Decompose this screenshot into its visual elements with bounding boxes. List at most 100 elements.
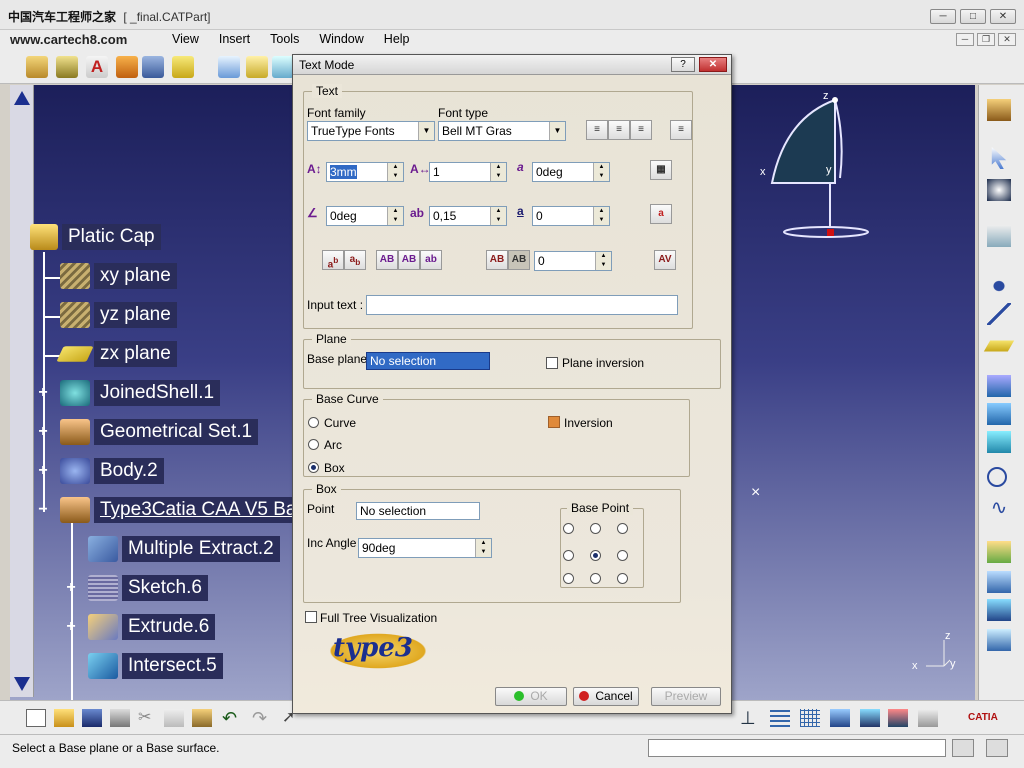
- command-input[interactable]: [648, 739, 946, 757]
- paste-icon[interactable]: [192, 709, 212, 727]
- height-field[interactable]: 3mm ▲ ▼: [326, 162, 404, 182]
- tree-scrollbar[interactable]: [10, 85, 34, 697]
- spin-arrows-icon[interactable]: ▲ ▼: [387, 207, 403, 225]
- sketcher-icon[interactable]: [987, 225, 1011, 247]
- expand-body-icon[interactable]: +: [36, 463, 50, 479]
- base-point-bottom-left[interactable]: [563, 573, 574, 584]
- tree-toggle-icon[interactable]: [770, 709, 790, 727]
- doc-close-button[interactable]: ✕: [998, 33, 1016, 46]
- collapse-type3-icon[interactable]: −: [36, 502, 50, 518]
- tree-item-yz-plane[interactable]: yz plane: [60, 302, 177, 328]
- book-icon[interactable]: [246, 56, 268, 78]
- tree-item-zx-plane[interactable]: zx plane: [56, 341, 177, 367]
- ok-button[interactable]: OK: [495, 687, 567, 706]
- revolve-icon[interactable]: [987, 403, 1011, 425]
- sweep-icon[interactable]: [987, 431, 1011, 453]
- copy-icon[interactable]: [164, 709, 184, 727]
- align-center-icon[interactable]: ≡: [608, 120, 630, 140]
- menu-tools[interactable]: Tools: [260, 30, 309, 50]
- kerning-field[interactable]: 0 ▲ ▼: [534, 251, 612, 271]
- new-file-icon[interactable]: [26, 709, 46, 727]
- calculator-icon[interactable]: ▦: [650, 160, 672, 180]
- plane-inversion-checkbox[interactable]: [546, 357, 558, 369]
- tree-item-multiple-extract[interactable]: Multiple Extract.2: [88, 536, 280, 562]
- circle-icon[interactable]: [987, 467, 1007, 487]
- menu-help[interactable]: Help: [374, 30, 420, 50]
- tree-item-geometrical-set[interactable]: Geometrical Set.1: [60, 419, 259, 445]
- expand-extrude-icon[interactable]: +: [64, 619, 78, 635]
- base-point-bottom-right[interactable]: [617, 573, 628, 584]
- base-point-middle-left[interactable]: [563, 550, 574, 561]
- maximize-button[interactable]: □: [960, 9, 986, 24]
- scroll-down-arrow-icon[interactable]: [14, 677, 30, 691]
- menu-window[interactable]: Window: [309, 30, 373, 50]
- measure-icon[interactable]: [918, 709, 938, 727]
- expand-joinedshell-icon[interactable]: +: [36, 385, 50, 401]
- outline-icon[interactable]: AB: [486, 250, 508, 270]
- surface-icon[interactable]: [987, 571, 1011, 593]
- box-radio[interactable]: [308, 462, 319, 473]
- offset-field[interactable]: 0 ▲ ▼: [532, 206, 610, 226]
- base-point-top-center[interactable]: [590, 523, 601, 534]
- ratio-field[interactable]: 1 ▲ ▼: [429, 162, 507, 182]
- base-plane-field[interactable]: No selection: [366, 352, 490, 370]
- align-right-icon[interactable]: ≡: [630, 120, 652, 140]
- view-cube-icon[interactable]: [830, 709, 850, 727]
- tree-item-type3[interactable]: Type3Catia CAA V5 Ba: [60, 497, 303, 523]
- text-tool-icon[interactable]: [116, 56, 138, 78]
- type3-workbench-icon[interactable]: [987, 99, 1011, 121]
- slant-field[interactable]: 0deg ▲ ▼: [532, 162, 610, 182]
- key-icon[interactable]: [26, 56, 48, 78]
- curve-tool-icon[interactable]: [987, 541, 1011, 563]
- grid-icon[interactable]: [800, 709, 820, 727]
- save-icon[interactable]: [82, 709, 102, 727]
- menu-view[interactable]: View: [162, 30, 209, 50]
- spline-icon[interactable]: ∿: [987, 497, 1011, 519]
- type3-icon[interactable]: [172, 56, 194, 78]
- tree-item-sketch[interactable]: Sketch.6: [88, 575, 208, 601]
- subscript-icon[interactable]: ab: [344, 250, 366, 270]
- doc-restore-button[interactable]: ❐: [977, 33, 995, 46]
- dialog-help-button[interactable]: ?: [671, 57, 695, 72]
- base-point-middle-center[interactable]: [590, 550, 601, 561]
- preview-button[interactable]: Preview: [651, 687, 721, 706]
- superscript-icon[interactable]: ab: [322, 250, 344, 270]
- tree-root[interactable]: Platic Cap: [30, 224, 161, 250]
- expand-sketch-icon[interactable]: +: [64, 580, 78, 596]
- spacing-field[interactable]: 0,15 ▲ ▼: [429, 206, 507, 226]
- close-button[interactable]: ✕: [990, 9, 1016, 24]
- small-caps-icon[interactable]: AB: [398, 250, 420, 270]
- tree-item-xy-plane[interactable]: xy plane: [60, 263, 177, 289]
- kerning-icon[interactable]: AV: [654, 250, 676, 270]
- font-family-select[interactable]: TrueType Fonts ▼: [307, 121, 435, 141]
- tree-item-body[interactable]: Body.2: [60, 458, 164, 484]
- tree-item-extrude[interactable]: Extrude.6: [88, 614, 216, 640]
- blend-icon[interactable]: [987, 629, 1011, 651]
- eraser-icon[interactable]: [272, 56, 294, 78]
- spin-arrows-icon[interactable]: ▲ ▼: [593, 163, 609, 181]
- arc-radio[interactable]: [308, 439, 319, 450]
- axis-system-icon[interactable]: ⊥: [740, 709, 760, 727]
- undo-icon[interactable]: ↶: [222, 709, 242, 727]
- align-left-icon[interactable]: ≡: [586, 120, 608, 140]
- lowercase-icon[interactable]: ab: [420, 250, 442, 270]
- fill-icon[interactable]: [987, 599, 1011, 621]
- point-field[interactable]: No selection: [356, 502, 480, 520]
- input-text-field[interactable]: [366, 295, 678, 315]
- tree-item-intersect[interactable]: Intersect.5: [88, 653, 223, 679]
- justify-icon[interactable]: ≡: [670, 120, 692, 140]
- cut-icon[interactable]: ✂: [138, 709, 158, 727]
- package-icon[interactable]: [218, 56, 240, 78]
- spin-arrows-icon[interactable]: ▲ ▼: [490, 163, 506, 181]
- dialog-close-button[interactable]: ✕: [699, 57, 727, 72]
- open-folder-icon[interactable]: [54, 709, 74, 727]
- snap-icon[interactable]: [987, 179, 1011, 201]
- base-point-top-left[interactable]: [563, 523, 574, 534]
- select-arrow-icon[interactable]: [991, 147, 1007, 169]
- base-point-middle-right[interactable]: [617, 550, 628, 561]
- spin-arrows-icon[interactable]: ▲ ▼: [475, 539, 491, 557]
- line-icon[interactable]: [987, 303, 1011, 325]
- uppercase-icon[interactable]: AB: [376, 250, 398, 270]
- iso-view-icon[interactable]: [860, 709, 880, 727]
- inversion-checkbox[interactable]: [548, 416, 560, 428]
